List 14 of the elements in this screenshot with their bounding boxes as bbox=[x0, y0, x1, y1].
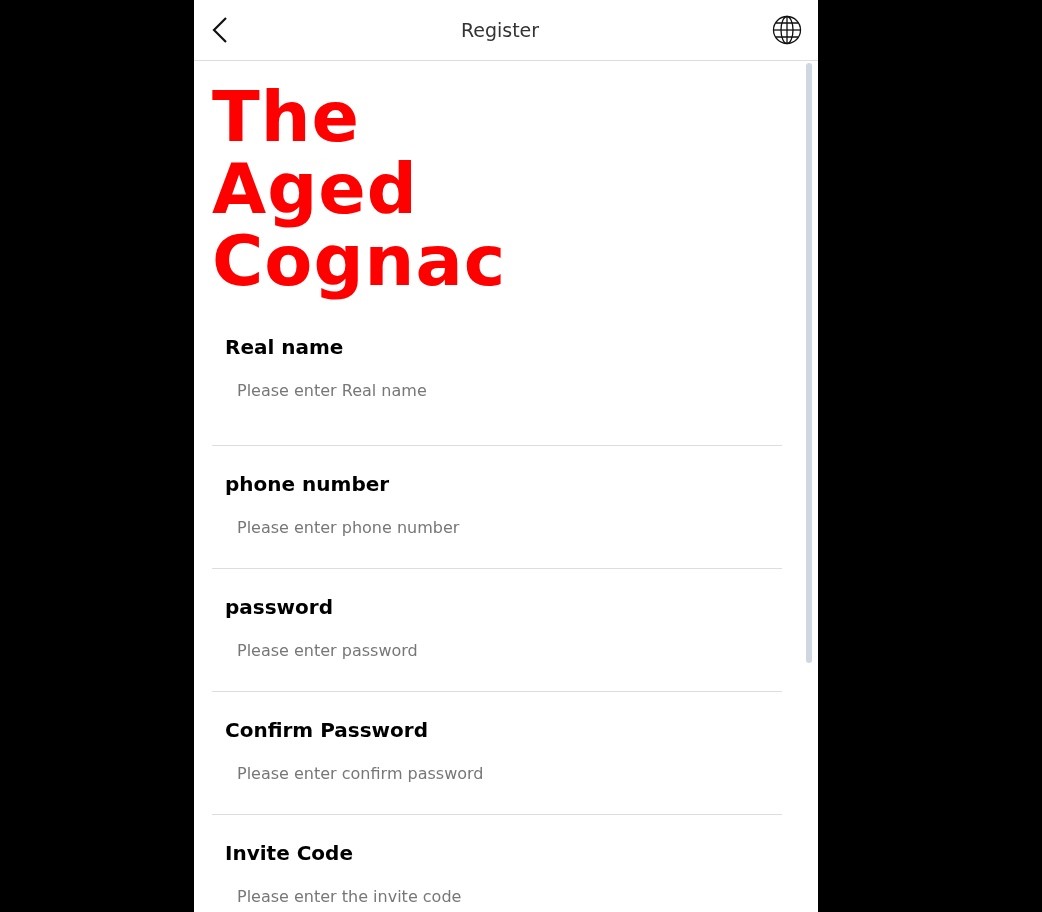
field-label: password bbox=[224, 594, 335, 621]
field-label: Invite Code bbox=[224, 840, 354, 867]
globe-icon[interactable] bbox=[772, 15, 802, 45]
input-field[interactable]: Please enter confirm password bbox=[212, 752, 782, 795]
field-label: Real name bbox=[224, 334, 345, 361]
input-field[interactable]: Please enter phone number bbox=[212, 506, 782, 549]
field-label: phone number bbox=[224, 471, 391, 498]
input-field[interactable]: Please enter Real name bbox=[212, 369, 782, 412]
input-field[interactable]: Please enter the invite code bbox=[212, 875, 782, 912]
back-button[interactable] bbox=[212, 17, 228, 43]
input-field[interactable]: Please enter password bbox=[212, 629, 782, 672]
field-label: Confirm Password bbox=[224, 717, 429, 744]
page-title: Register bbox=[460, 19, 540, 41]
scrollbar[interactable] bbox=[806, 63, 812, 663]
